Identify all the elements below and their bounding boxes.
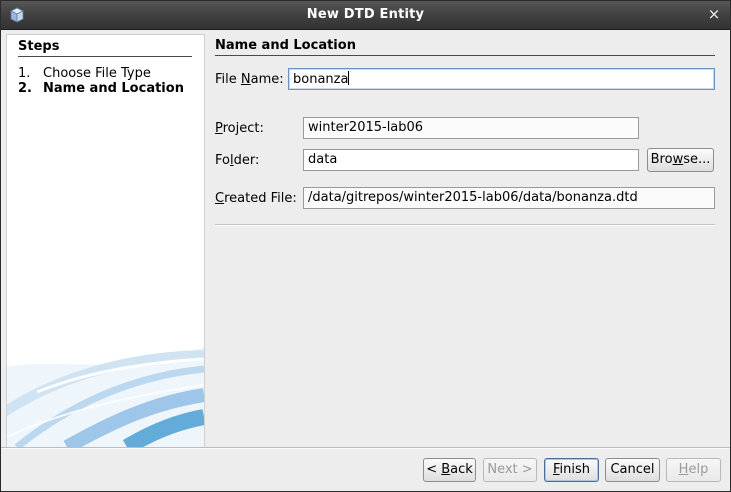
- label-text: File: [215, 72, 241, 87]
- label-text: reated File:: [224, 191, 297, 206]
- dialog-window: New DTD Entity × Steps 1. Choose File Typ…: [0, 0, 731, 492]
- label-mnemonic: N: [240, 72, 251, 87]
- project-field[interactable]: winter2015-lab06: [303, 117, 639, 139]
- wizard-swoosh-graphic: [7, 347, 204, 447]
- button-text: inish: [559, 462, 591, 477]
- finish-button[interactable]: Finish: [544, 458, 599, 482]
- section-divider: [215, 224, 715, 226]
- created-file-label: Created File:: [215, 191, 297, 206]
- steps-panel: Steps 1. Choose File Type 2. Name and Loca…: [6, 34, 205, 448]
- step-label: Name and Location: [43, 81, 184, 96]
- step-name-and-location: 2. Name and Location: [18, 81, 184, 96]
- button-mnemonic: w: [672, 152, 684, 167]
- button-text: se...: [683, 152, 711, 167]
- next-button[interactable]: Next >: [483, 458, 537, 482]
- button-text: Next >: [487, 462, 533, 477]
- file-name-value: bonanza: [293, 72, 349, 87]
- steps-heading: Steps: [18, 39, 192, 57]
- section-title: Name and Location: [215, 38, 715, 56]
- button-text: Cancel: [610, 462, 655, 477]
- footer-divider: [1, 447, 730, 449]
- step-number: 1.: [18, 66, 31, 81]
- title-bar[interactable]: New DTD Entity ×: [1, 1, 730, 30]
- label-mnemonic: P: [215, 121, 223, 136]
- label-text: Fo: [215, 153, 230, 168]
- label-text: der:: [233, 153, 260, 168]
- step-number: 2.: [18, 81, 32, 96]
- button-text: Bro: [650, 152, 673, 167]
- button-mnemonic: B: [441, 462, 451, 477]
- step-label: Choose File Type: [43, 66, 151, 81]
- folder-input[interactable]: data: [303, 149, 639, 171]
- label-text: ame:: [250, 72, 284, 87]
- folder-label: Folder:: [215, 153, 259, 168]
- project-label: Project:: [215, 121, 264, 136]
- text-caret: [348, 71, 350, 85]
- button-text: elp: [688, 462, 709, 477]
- file-name-label: File Name:: [215, 72, 284, 87]
- step-choose-file-type: 1. Choose File Type: [18, 66, 151, 81]
- file-name-input[interactable]: bonanza: [288, 68, 715, 90]
- button-text: ack: [450, 462, 473, 477]
- button-mnemonic: H: [678, 462, 689, 477]
- window-title: New DTD Entity: [306, 7, 425, 22]
- name-location-panel: Name and Location File Name: bonanza Pro…: [215, 34, 715, 234]
- back-button[interactable]: < Back: [423, 458, 476, 482]
- label-text: roject:: [222, 121, 264, 136]
- close-icon[interactable]: ×: [706, 5, 722, 23]
- browse-button[interactable]: Browse...: [647, 148, 714, 172]
- label-mnemonic: C: [215, 191, 225, 206]
- button-text: <: [426, 462, 442, 477]
- cancel-button[interactable]: Cancel: [605, 458, 660, 482]
- created-file-field[interactable]: /data/gitrepos/winter2015-lab06/data/bon…: [303, 187, 715, 209]
- help-button[interactable]: Help: [666, 458, 721, 482]
